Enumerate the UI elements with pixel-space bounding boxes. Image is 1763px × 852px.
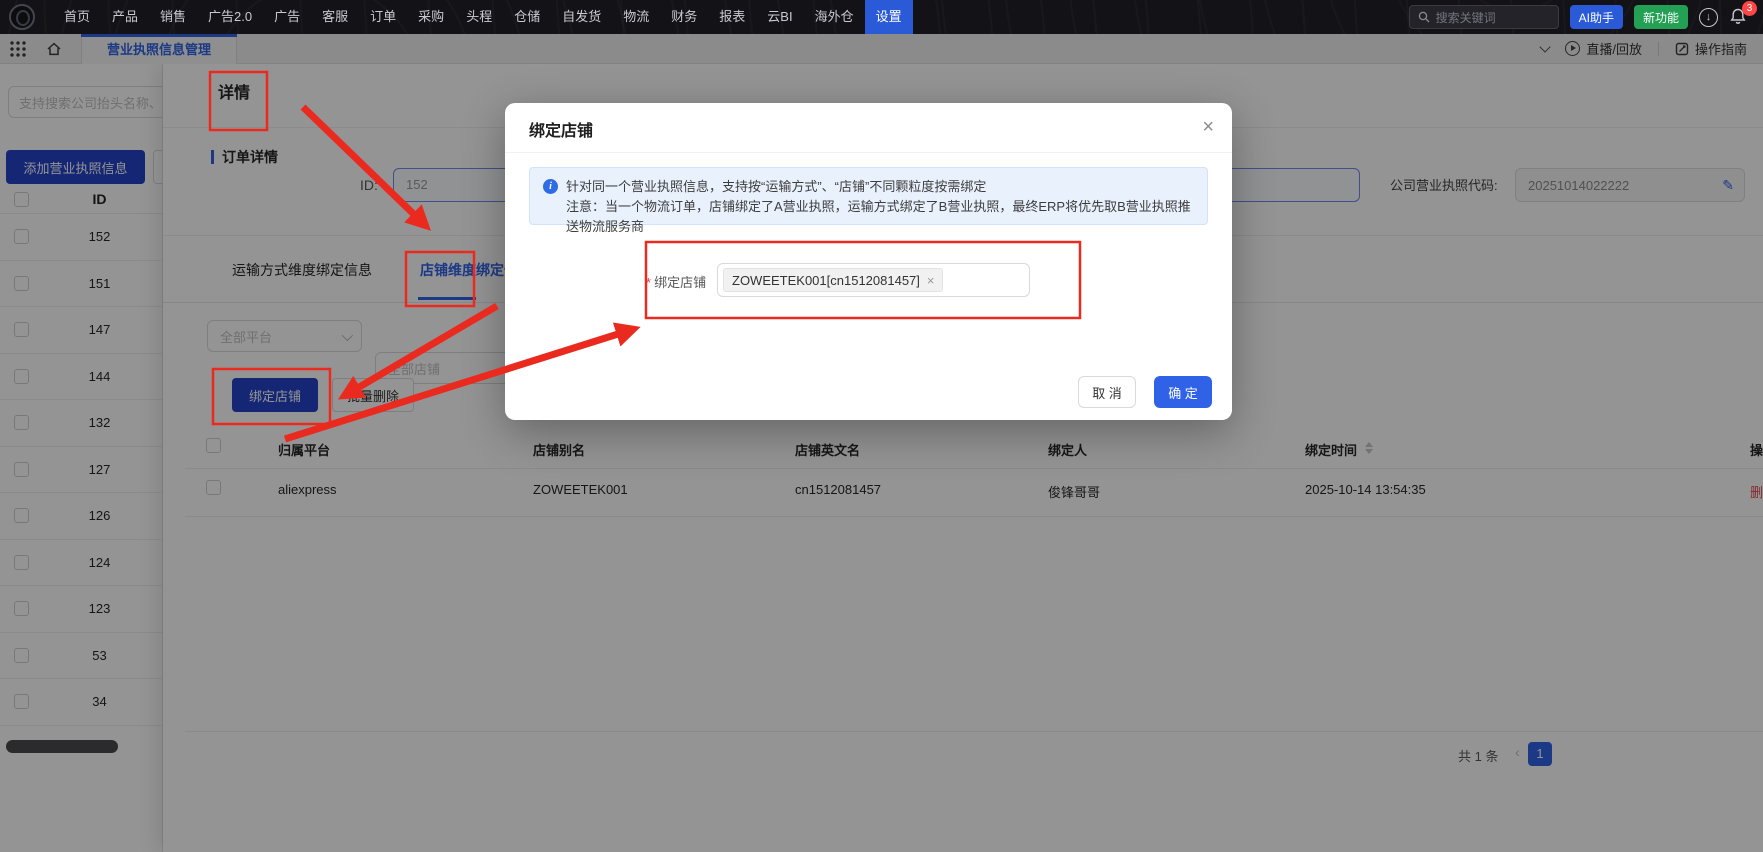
nav-item-reports[interactable]: 报表 <box>708 0 756 34</box>
selected-shop-tag: ZOWEETEK001[cn1512081457] × <box>723 268 943 292</box>
nav-item-sales[interactable]: 销售 <box>149 0 197 34</box>
top-navbar: 首页 产品 销售 广告2.0 广告 客服 订单 采购 头程 仓储 自发货 物流 … <box>0 0 1763 34</box>
bind-shop-select-input[interactable]: ZOWEETEK001[cn1512081457] × <box>717 263 1030 297</box>
ai-assistant-button[interactable]: AI助手 <box>1570 5 1623 29</box>
nav-item-home[interactable]: 首页 <box>53 0 101 34</box>
nav-item-settings[interactable]: 设置 <box>865 0 913 34</box>
info-line-2: 注意：当一个物流订单，店铺绑定了A营业执照，运输方式绑定了B营业执照，最终ERP… <box>566 197 1195 237</box>
nav-item-overseas-warehouse[interactable]: 海外仓 <box>804 0 865 34</box>
nav-item-ads[interactable]: 广告 <box>263 0 311 34</box>
bind-shop-field-label: *绑定店铺 <box>646 272 706 291</box>
modal-title: 绑定店铺 <box>529 117 593 141</box>
global-search-input[interactable]: 搜索关键词 <box>1409 5 1559 29</box>
info-icon: i <box>543 179 558 194</box>
required-asterisk: * <box>646 275 651 290</box>
notifications-button[interactable]: 3 <box>1729 7 1749 27</box>
navbar-right: 搜索关键词 AI助手 新功能 ↓ 3 <box>1409 5 1763 29</box>
app-logo-icon <box>9 4 35 30</box>
nav-item-customer-service[interactable]: 客服 <box>311 0 359 34</box>
new-features-button[interactable]: 新功能 <box>1634 5 1688 29</box>
download-icon[interactable]: ↓ <box>1699 8 1718 27</box>
nav-item-first-leg[interactable]: 头程 <box>455 0 503 34</box>
nav-item-cloud-bi[interactable]: 云BI <box>756 0 803 34</box>
bind-shop-label-text: 绑定店铺 <box>654 275 706 290</box>
nav-item-product[interactable]: 产品 <box>101 0 149 34</box>
nav-item-self-shipping[interactable]: 自发货 <box>551 0 612 34</box>
confirm-button[interactable]: 确 定 <box>1154 376 1212 408</box>
remove-tag-icon[interactable]: × <box>927 273 935 288</box>
selected-shop-tag-text: ZOWEETEK001[cn1512081457] <box>732 273 920 288</box>
cancel-button[interactable]: 取 消 <box>1078 376 1136 408</box>
info-line-1: 针对同一个营业执照信息，支持按“运输方式”、“店铺”不同颗粒度按需绑定 <box>566 177 1195 197</box>
close-icon[interactable]: × <box>1202 113 1214 141</box>
screen: 首页 产品 销售 广告2.0 广告 客服 订单 采购 头程 仓储 自发货 物流 … <box>0 0 1763 852</box>
notification-badge: 3 <box>1742 1 1757 16</box>
main-menu: 首页 产品 销售 广告2.0 广告 客服 订单 采购 头程 仓储 自发货 物流 … <box>53 0 913 34</box>
nav-item-orders[interactable]: 订单 <box>359 0 407 34</box>
nav-item-logistics[interactable]: 物流 <box>612 0 660 34</box>
nav-item-warehouse[interactable]: 仓储 <box>503 0 551 34</box>
divider <box>505 152 1232 153</box>
nav-item-purchase[interactable]: 采购 <box>407 0 455 34</box>
global-search-placeholder: 搜索关键词 <box>1436 9 1496 26</box>
nav-item-ads2[interactable]: 广告2.0 <box>197 0 263 34</box>
info-alert: i 针对同一个营业执照信息，支持按“运输方式”、“店铺”不同颗粒度按需绑定 注意… <box>529 167 1208 225</box>
nav-item-finance[interactable]: 财务 <box>660 0 708 34</box>
bind-shop-modal: 绑定店铺 × i 针对同一个营业执照信息，支持按“运输方式”、“店铺”不同颗粒度… <box>505 103 1232 420</box>
search-icon <box>1418 11 1430 23</box>
